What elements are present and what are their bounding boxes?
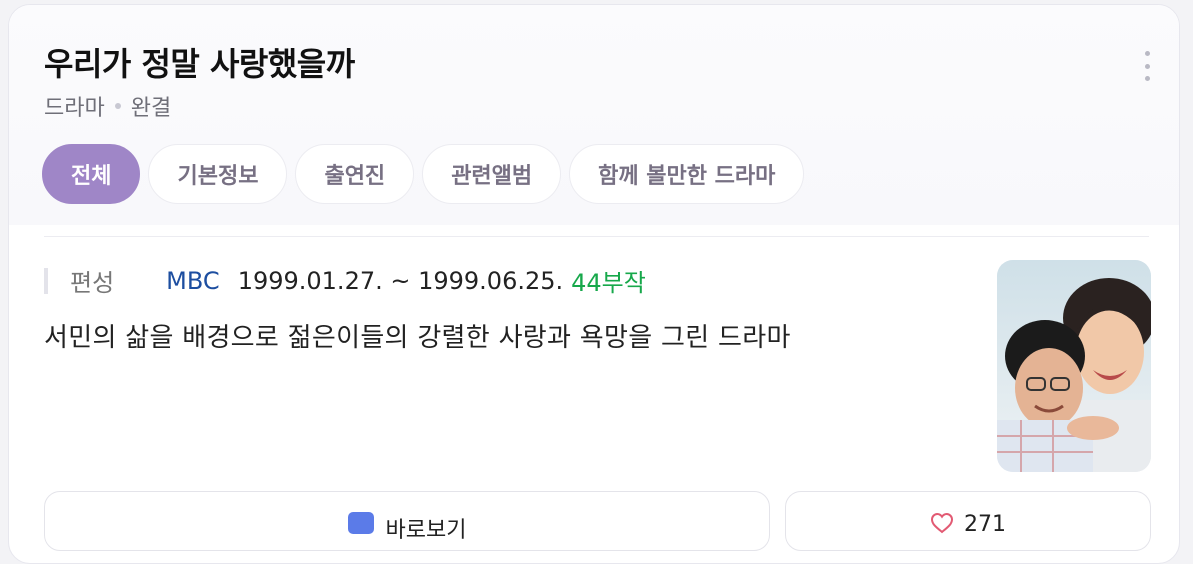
broadcast-info: 편성 MBC 1999.01.27. ~ 1999.06.25. 44부작: [44, 263, 646, 298]
heart-icon: [930, 512, 954, 534]
genre-label: 드라마: [44, 96, 105, 121]
drama-info-card: 우리가 정말 사랑했을까 드라마 완결 전체 기본정보 출연진 관련앨범 함께 …: [8, 4, 1180, 564]
card-header: 우리가 정말 사랑했을까 드라마 완결 전체 기본정보 출연진 관련앨범 함께 …: [9, 5, 1179, 225]
poster-image[interactable]: [997, 260, 1151, 472]
info-bar: [44, 267, 48, 294]
drama-description: 서민의 삶을 배경으로 젊은이들의 강렬한 사랑과 욕망을 그린 드라마: [44, 323, 791, 353]
play-icon: [347, 512, 374, 534]
watch-label: 바로보기: [385, 518, 467, 543]
more-vertical-icon[interactable]: [1141, 51, 1153, 81]
like-button[interactable]: 271: [785, 491, 1151, 551]
episode-count: 44부작: [571, 269, 646, 297]
divider: [44, 236, 1149, 237]
tab-basic-info[interactable]: 기본정보: [148, 144, 288, 204]
broadcast-dates: 1999.01.27. ~ 1999.06.25.: [237, 266, 564, 295]
watch-button[interactable]: 바로보기: [44, 491, 770, 551]
tab-all[interactable]: 전체: [42, 144, 141, 204]
status-label: 완결: [130, 96, 172, 121]
tab-related-album[interactable]: 관련앨범: [422, 144, 562, 204]
subtitle: 드라마 완결: [44, 90, 171, 122]
tab-bar: 전체 기본정보 출연진 관련앨범 함께 볼만한 드라마: [42, 144, 805, 204]
tab-cast[interactable]: 출연진: [295, 144, 415, 204]
page-title: 우리가 정말 사랑했을까: [44, 45, 355, 83]
tab-similar-dramas[interactable]: 함께 볼만한 드라마: [569, 144, 805, 204]
broadcast-label: 편성: [70, 269, 115, 297]
channel-link[interactable]: MBC: [166, 267, 220, 295]
separator-dot: [114, 103, 121, 109]
like-count: 271: [964, 512, 1006, 537]
